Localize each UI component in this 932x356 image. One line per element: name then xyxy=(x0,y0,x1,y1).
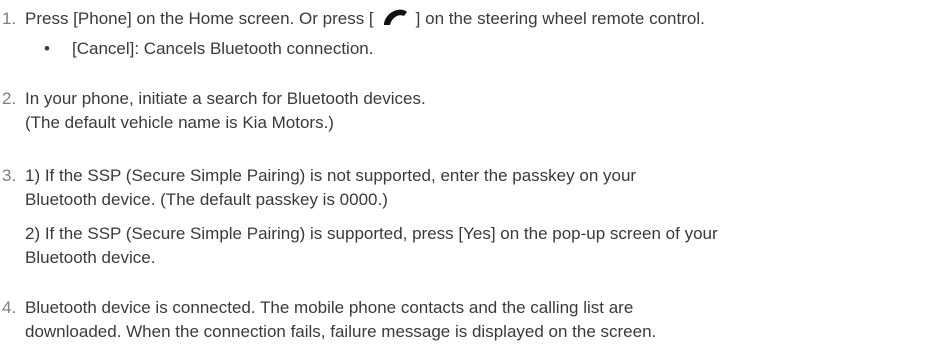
bullet-text: [Cancel]: Cancels Bluetooth connection. xyxy=(72,39,374,58)
step-text: 1) If the SSP (Secure Simple Pairing) is… xyxy=(25,164,926,270)
step-text: Bluetooth device is connected. The mobil… xyxy=(25,296,926,344)
step-line-2: (The default vehicle name is Kia Motors.… xyxy=(25,113,334,132)
phone-handset-icon xyxy=(383,9,407,25)
instruction-document: 1. Press [Phone] on the Home screen. Or … xyxy=(0,0,932,356)
step-text: In your phone, initiate a search for Blu… xyxy=(25,87,926,135)
bullet-item: • [Cancel]: Cancels Bluetooth connection. xyxy=(44,37,373,61)
step-para-2-line-1: 2) If the SSP (Secure Simple Pairing) is… xyxy=(25,224,718,243)
step-number: 1. xyxy=(2,9,17,28)
step-para-1-line-2: Bluetooth device. (The default passkey i… xyxy=(25,190,388,209)
step-line-1: In your phone, initiate a search for Blu… xyxy=(25,89,426,108)
bullet-marker: • xyxy=(44,39,50,58)
step-line-2: downloaded. When the connection fails, f… xyxy=(25,322,657,341)
step-para-1-line-1: 1) If the SSP (Secure Simple Pairing) is… xyxy=(25,166,637,185)
step-text-before-icon: Press [Phone] on the Home screen. Or pre… xyxy=(25,9,374,28)
step-para-2-line-2: Bluetooth device. xyxy=(25,248,156,267)
step-number: 3. xyxy=(2,166,17,185)
step-line-1: Bluetooth device is connected. The mobil… xyxy=(25,298,634,317)
step-text: Press [Phone] on the Home screen. Or pre… xyxy=(25,7,926,31)
step-number: 2. xyxy=(2,89,17,108)
step-number: 4. xyxy=(2,298,17,317)
step-text-after-icon: ] on the steering wheel remote control. xyxy=(415,9,705,28)
